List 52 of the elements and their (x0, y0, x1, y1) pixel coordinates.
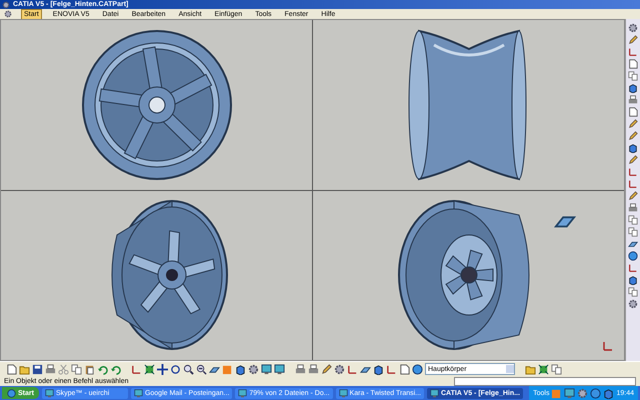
monitor-icon[interactable] (238, 388, 248, 398)
undo-icon[interactable] (110, 364, 121, 374)
monitor-icon[interactable] (274, 364, 285, 374)
gear-icon[interactable] (334, 364, 345, 374)
axis-icon[interactable] (386, 364, 397, 374)
copy-icon[interactable] (628, 227, 638, 237)
floppy-icon[interactable] (32, 364, 43, 374)
document-icon[interactable] (628, 59, 638, 69)
command-field[interactable] (454, 376, 636, 386)
monitor-icon[interactable] (134, 388, 143, 398)
pan-icon[interactable] (157, 364, 168, 374)
copy-icon[interactable] (628, 71, 638, 81)
gear-icon[interactable] (577, 388, 588, 398)
monitor-icon[interactable] (430, 388, 439, 398)
pencil-icon[interactable] (628, 155, 638, 165)
copy-icon[interactable] (551, 364, 562, 374)
axis-icon[interactable] (131, 364, 142, 374)
axis-icon[interactable] (628, 179, 638, 189)
document-icon[interactable] (628, 107, 638, 117)
monitor-icon[interactable] (44, 388, 54, 398)
pencil-icon[interactable] (628, 191, 638, 201)
zoom-in-icon[interactable] (183, 364, 194, 374)
gear-icon[interactable] (248, 364, 259, 374)
printer-icon[interactable] (628, 203, 638, 213)
gear-icon[interactable] (628, 299, 638, 309)
plane-icon[interactable] (628, 239, 638, 249)
copy-icon[interactable] (71, 364, 82, 374)
axis-icon[interactable] (347, 364, 358, 374)
printer-icon[interactable] (628, 95, 638, 105)
printer-icon[interactable] (295, 364, 306, 374)
cube-icon[interactable] (628, 83, 638, 93)
viewport[interactable] (0, 19, 625, 361)
copy-icon[interactable] (628, 215, 638, 225)
printer-icon[interactable] (308, 364, 319, 374)
cube-icon[interactable] (628, 275, 638, 285)
zoom-out-icon[interactable] (196, 364, 207, 374)
gear-icon[interactable] (628, 23, 638, 33)
axis-icon[interactable] (628, 263, 638, 273)
fit-all-icon[interactable] (144, 364, 155, 374)
monitor-icon[interactable] (338, 388, 348, 398)
fit-all-icon[interactable] (538, 364, 549, 374)
monitor-icon[interactable] (261, 364, 272, 374)
copy-icon[interactable] (628, 287, 638, 297)
undo-icon[interactable] (97, 364, 108, 374)
clipboard-icon[interactable] (84, 364, 95, 374)
monitor-icon[interactable] (564, 388, 576, 398)
axis-icon[interactable] (602, 340, 614, 352)
printer-icon[interactable] (45, 364, 56, 374)
axis-icon[interactable] (628, 167, 638, 177)
pencil-icon[interactable] (628, 35, 638, 45)
cube-icon[interactable] (628, 143, 638, 153)
axis-icon[interactable] (628, 47, 638, 57)
